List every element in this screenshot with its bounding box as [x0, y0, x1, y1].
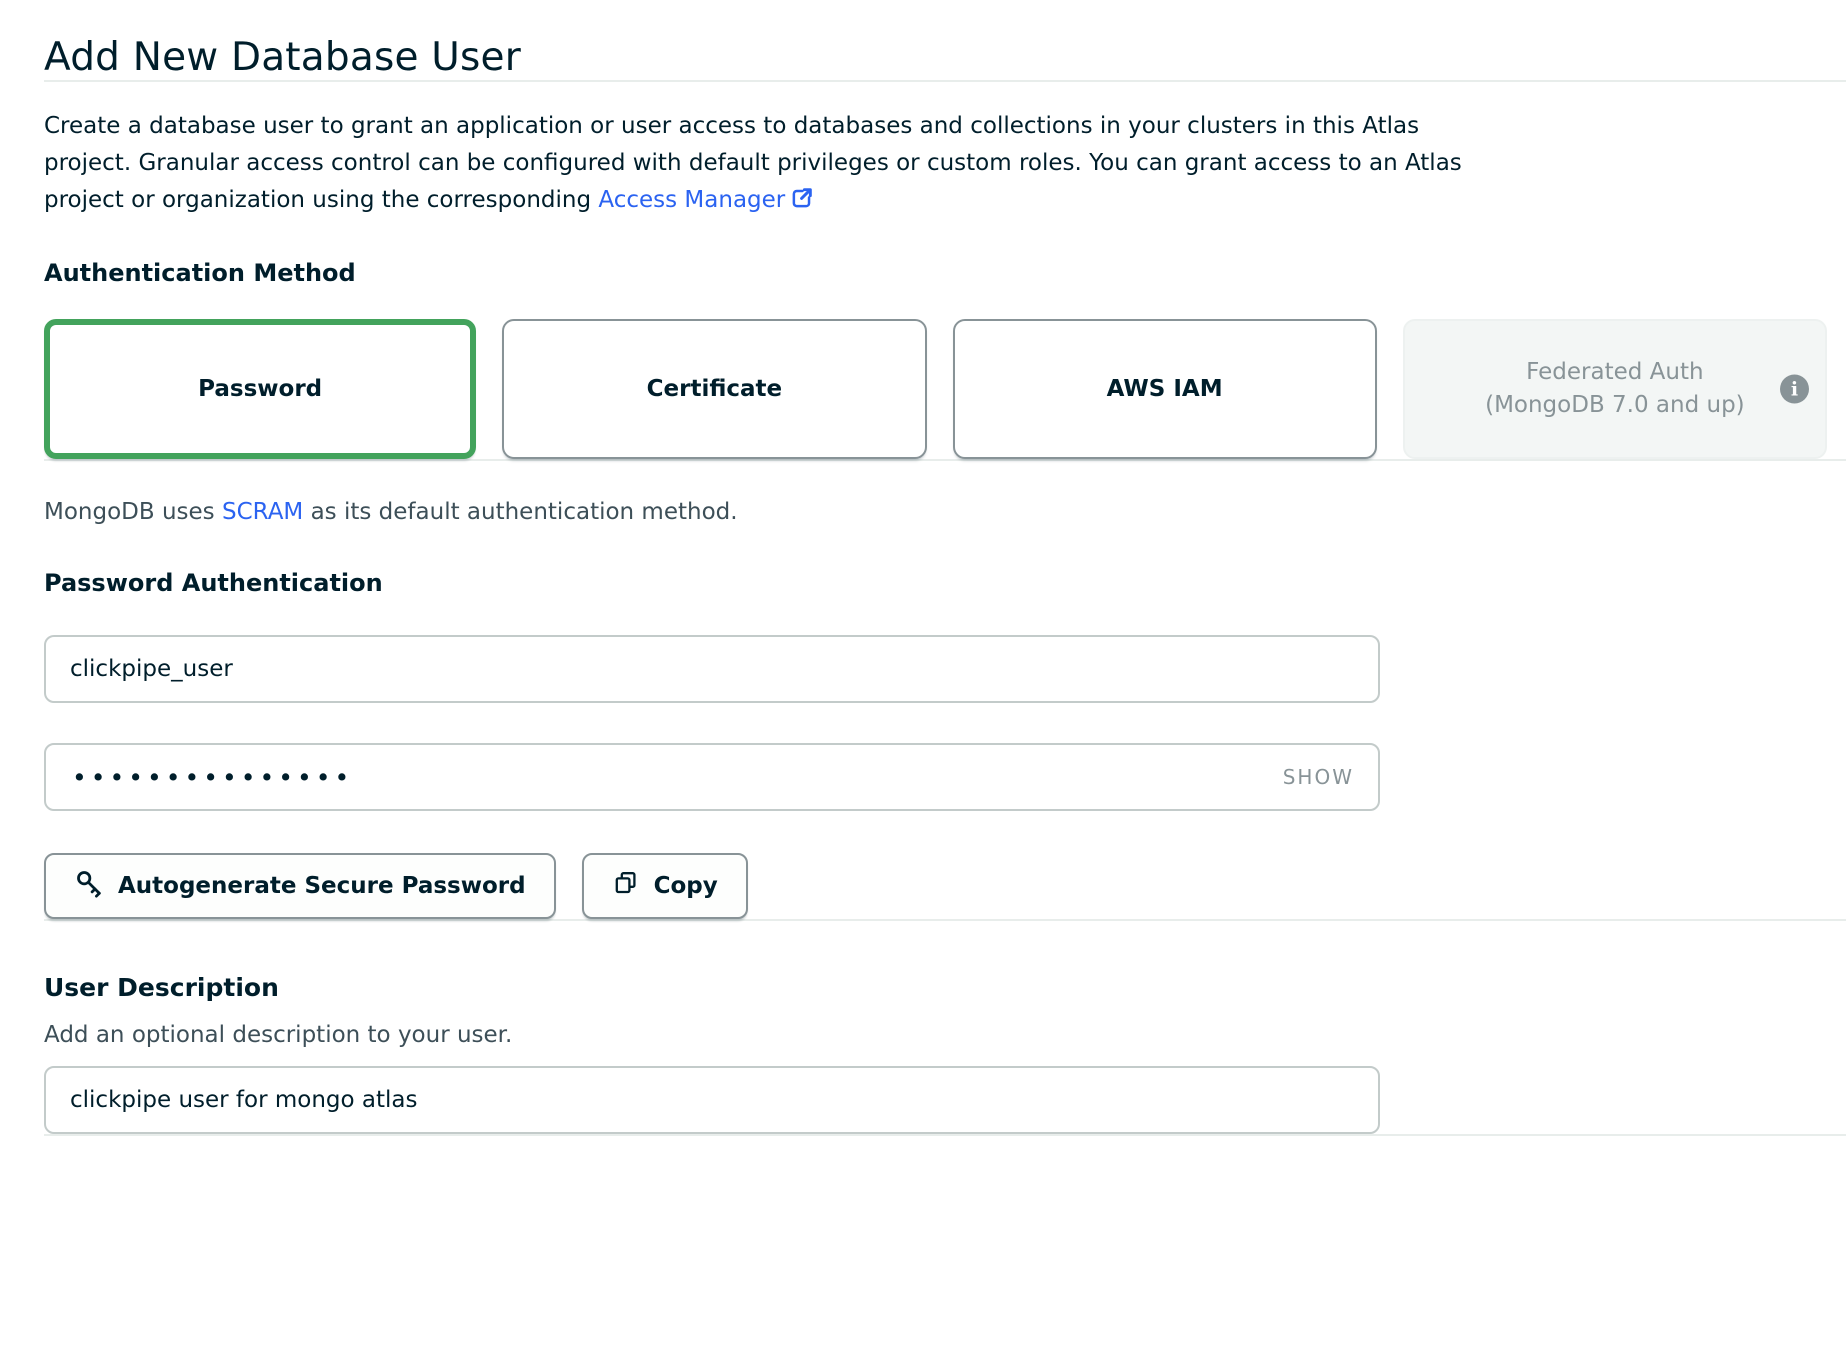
username-input[interactable]	[44, 635, 1380, 703]
external-link-icon	[789, 185, 815, 223]
auth-option-aws-iam-label: AWS IAM	[1107, 376, 1223, 402]
federated-auth-line1: Federated Auth	[1485, 356, 1745, 389]
authentication-method-heading: Authentication Method	[44, 259, 1846, 287]
auth-option-federated-auth: Federated Auth (MongoDB 7.0 and up) i	[1403, 319, 1827, 459]
intro-line-2: project. Granular access control can be …	[44, 145, 1846, 182]
scram-link[interactable]: SCRAM	[222, 499, 303, 525]
key-icon	[74, 868, 104, 904]
scram-note: MongoDB uses SCRAM as its default authen…	[44, 499, 1846, 525]
autogenerate-password-button[interactable]: Autogenerate Secure Password	[44, 853, 556, 919]
password-field: SHOW	[44, 743, 1380, 811]
add-database-user-panel: Add New Database User Create a database …	[0, 0, 1846, 1136]
auth-option-certificate[interactable]: Certificate	[502, 319, 926, 459]
authentication-method-options: Password Certificate AWS IAM Federated A…	[44, 319, 1827, 459]
user-description-input[interactable]	[44, 1066, 1380, 1134]
intro-line-3-text: project or organization using the corres…	[44, 187, 598, 213]
access-manager-link-label: Access Manager	[598, 187, 785, 213]
scram-note-after: as its default authentication method.	[303, 499, 737, 525]
access-manager-link[interactable]: Access Manager	[598, 187, 815, 213]
intro-line-1: Create a database user to grant an appli…	[44, 108, 1846, 145]
auth-option-certificate-label: Certificate	[647, 376, 783, 402]
password-authentication-heading: Password Authentication	[44, 569, 1846, 597]
password-input[interactable]	[70, 762, 1283, 793]
section-divider	[44, 1134, 1846, 1136]
auth-option-aws-iam[interactable]: AWS IAM	[953, 319, 1377, 459]
federated-auth-line2: (MongoDB 7.0 and up)	[1485, 389, 1745, 422]
intro-paragraph: Create a database user to grant an appli…	[44, 108, 1846, 223]
auth-option-password[interactable]: Password	[44, 319, 476, 459]
section-divider	[44, 80, 1846, 82]
auth-option-password-label: Password	[198, 376, 322, 402]
info-icon[interactable]: i	[1780, 375, 1809, 404]
autogenerate-password-label: Autogenerate Secure Password	[118, 873, 526, 899]
section-divider	[44, 919, 1846, 921]
copy-button-label: Copy	[654, 873, 718, 899]
password-buttons-row: Autogenerate Secure Password Copy	[44, 853, 1846, 919]
copy-password-button[interactable]: Copy	[582, 853, 748, 919]
user-description-heading: User Description	[44, 973, 1846, 1002]
page-title: Add New Database User	[44, 35, 1846, 80]
copy-icon	[612, 869, 640, 903]
auth-option-federated-auth-label: Federated Auth (MongoDB 7.0 and up)	[1485, 356, 1745, 422]
intro-line-3: project or organization using the corres…	[44, 182, 1846, 223]
scram-note-before: MongoDB uses	[44, 499, 222, 525]
user-description-subtext: Add an optional description to your user…	[44, 1022, 1846, 1048]
section-divider	[44, 459, 1846, 461]
show-password-button[interactable]: SHOW	[1283, 765, 1354, 789]
